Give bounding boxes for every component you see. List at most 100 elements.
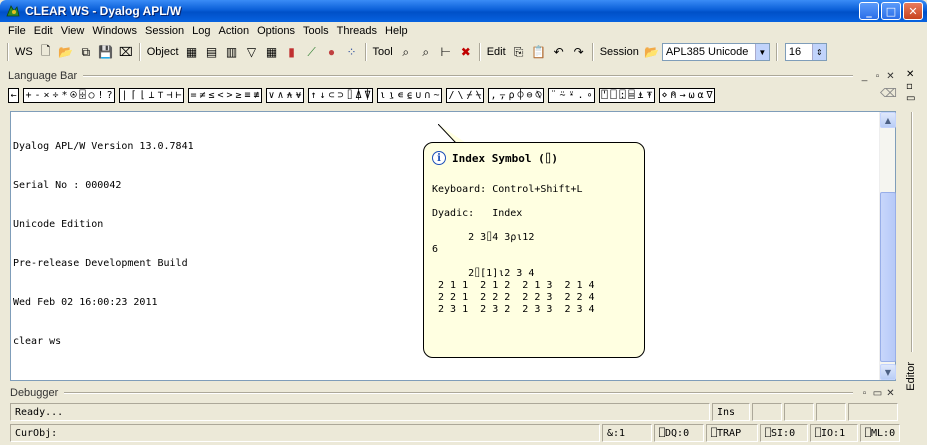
apl-glyph-button[interactable]: * bbox=[60, 89, 69, 102]
editor-tab[interactable]: Editor bbox=[905, 362, 917, 391]
apl-glyph-button[interactable]: . bbox=[576, 89, 585, 102]
apl-glyph-button[interactable]: ≥ bbox=[234, 89, 243, 102]
apl-glyph-button[interactable]: ⍉ bbox=[534, 89, 543, 102]
close-icon[interactable]: ✕ bbox=[885, 71, 896, 82]
apl-glyph-button[interactable]: + bbox=[24, 89, 33, 102]
apl-glyph-button[interactable]: ↓ bbox=[318, 89, 327, 102]
minimize-button[interactable]: _ bbox=[859, 2, 879, 20]
apl-glyph-button[interactable]: ⍠ bbox=[618, 89, 627, 102]
apl-glyph-button[interactable]: ⍺ bbox=[696, 89, 705, 102]
apl-glyph-button[interactable]: > bbox=[225, 89, 234, 102]
apl-glyph-button[interactable]: ≡ bbox=[243, 89, 252, 102]
apl-glyph-button[interactable]: ⍀ bbox=[474, 89, 483, 102]
dock-icon[interactable]: ▭ bbox=[906, 94, 915, 104]
apl-glyph-button[interactable]: ⊂ bbox=[327, 89, 336, 102]
apl-glyph-button[interactable]: ≢ bbox=[252, 89, 261, 102]
apl-glyph-button[interactable]: ⊖ bbox=[525, 89, 534, 102]
apl-glyph-button[interactable]: ∪ bbox=[414, 89, 423, 102]
restore-icon[interactable]: ▫ bbox=[859, 388, 870, 399]
menu-help[interactable]: Help bbox=[381, 25, 412, 37]
scroll-thumb[interactable] bbox=[880, 192, 896, 362]
apl-glyph-button[interactable]: ⊤ bbox=[156, 89, 165, 102]
clear-ws-icon[interactable]: ⌧ bbox=[117, 43, 135, 61]
apl-glyph-button[interactable]: ∘ bbox=[585, 89, 594, 102]
scroll-up-icon[interactable]: ▲ bbox=[880, 112, 896, 128]
apl-glyph-button[interactable]: ⍱ bbox=[294, 89, 303, 102]
apl-glyph-button[interactable]: ~ bbox=[432, 89, 441, 102]
pie-chart-icon[interactable]: ● bbox=[323, 43, 341, 61]
restore-icon[interactable]: ▫ bbox=[872, 71, 883, 82]
apl-glyph-button[interactable]: ⍟ bbox=[69, 89, 78, 102]
stop-icon[interactable]: ✖ bbox=[457, 43, 475, 61]
minimize-icon[interactable]: _ bbox=[859, 71, 870, 82]
apl-glyph-button[interactable]: ⍴ bbox=[507, 89, 516, 102]
search-icon[interactable]: ⌕ bbox=[397, 43, 415, 61]
apl-glyph-button[interactable]: \ bbox=[456, 89, 465, 102]
redo-icon[interactable]: ↷ bbox=[570, 43, 588, 61]
apl-glyph-button[interactable]: ? bbox=[105, 89, 114, 102]
menu-session[interactable]: Session bbox=[141, 25, 188, 37]
menu-file[interactable]: File bbox=[4, 25, 30, 37]
menu-action[interactable]: Action bbox=[214, 25, 253, 37]
apl-glyph-button[interactable]: × bbox=[42, 89, 51, 102]
apl-glyph-button[interactable]: ⌸ bbox=[627, 89, 636, 102]
apl-glyph-button[interactable]: ≠ bbox=[198, 89, 207, 102]
apl-glyph-button[interactable]: ¨ bbox=[549, 89, 558, 102]
menu-threads[interactable]: Threads bbox=[333, 25, 381, 37]
apl-glyph-button[interactable]: / bbox=[447, 89, 456, 102]
apl-glyph-button[interactable]: ⍕ bbox=[645, 89, 654, 102]
apl-glyph-button[interactable]: ⌹ bbox=[78, 89, 87, 102]
line-chart-icon[interactable]: ⟋ bbox=[303, 43, 321, 61]
apl-glyph-button[interactable]: ⊣ bbox=[165, 89, 174, 102]
apl-glyph-button[interactable]: ⎕ bbox=[609, 89, 618, 102]
apl-glyph-button[interactable]: ⊃ bbox=[336, 89, 345, 102]
apl-glyph-button[interactable]: ∊ bbox=[396, 89, 405, 102]
apl-glyph-button[interactable]: < bbox=[216, 89, 225, 102]
new-namespace-icon[interactable]: ▦ bbox=[183, 43, 201, 61]
font-size-stepper[interactable]: 16 ⇕ bbox=[784, 43, 827, 61]
scatter-chart-icon[interactable]: ⁘ bbox=[343, 43, 361, 61]
new-function-icon[interactable]: ▤ bbox=[203, 43, 221, 61]
apl-glyph-button[interactable]: ↑ bbox=[309, 89, 318, 102]
apl-glyph-button[interactable]: ⍣ bbox=[567, 89, 576, 102]
apl-glyph-button[interactable]: = bbox=[189, 89, 198, 102]
close-icon[interactable]: ✕ bbox=[885, 388, 896, 399]
apl-glyph-button[interactable]: ⌷ bbox=[345, 89, 354, 102]
apl-glyph-button[interactable]: ⌿ bbox=[465, 89, 474, 102]
menu-tools[interactable]: Tools bbox=[299, 25, 333, 37]
apl-glyph-button[interactable]: ∇ bbox=[705, 89, 714, 102]
font-select[interactable]: APL385 Unicode ▼ bbox=[661, 43, 770, 61]
apl-glyph-button[interactable]: ⊥ bbox=[147, 89, 156, 102]
apl-glyph-button[interactable]: ⍷ bbox=[405, 89, 414, 102]
filter-icon[interactable]: ▽ bbox=[243, 43, 261, 61]
apl-glyph-button[interactable]: ⍳ bbox=[378, 89, 387, 102]
apl-glyph-button[interactable]: ⍨ bbox=[558, 89, 567, 102]
apl-glyph-button[interactable]: , bbox=[489, 89, 498, 102]
menu-view[interactable]: View bbox=[57, 25, 89, 37]
session-scrollbar[interactable]: ▲ ▼ bbox=[879, 112, 896, 380]
apl-glyph-button[interactable]: ⍒ bbox=[363, 89, 372, 102]
apl-glyph-button[interactable]: ⊢ bbox=[174, 89, 183, 102]
copy-icon[interactable]: ⎘ bbox=[510, 43, 528, 61]
close-button[interactable]: ✕ bbox=[903, 2, 923, 20]
chevron-down-icon[interactable]: ▼ bbox=[754, 44, 769, 60]
new-ws-icon[interactable]: 🗋 bbox=[37, 43, 55, 61]
menu-windows[interactable]: Windows bbox=[88, 25, 141, 37]
apl-glyph-button[interactable]: | bbox=[120, 89, 129, 102]
apl-glyph-button[interactable]: ⍎ bbox=[636, 89, 645, 102]
spinner-icon[interactable]: ⇕ bbox=[811, 44, 826, 60]
apl-glyph-button[interactable]: ∩ bbox=[423, 89, 432, 102]
restore-icon[interactable]: ▫ bbox=[906, 82, 913, 92]
apl-glyph-button[interactable]: ⋄ bbox=[660, 89, 669, 102]
save-ws-icon[interactable]: 💾 bbox=[97, 43, 115, 61]
clear-language-bar-icon[interactable]: ⌫ bbox=[880, 86, 897, 100]
dock-icon[interactable]: ▭ bbox=[872, 388, 883, 399]
line-editor-icon[interactable]: ⊢ bbox=[437, 43, 455, 61]
copy-ws-icon[interactable]: ⧉ bbox=[77, 43, 95, 61]
open-session-icon[interactable]: 📂 bbox=[643, 43, 661, 61]
apl-glyph-button[interactable]: ∨ bbox=[267, 89, 276, 102]
apl-glyph-button[interactable]: ○ bbox=[87, 89, 96, 102]
apl-glyph-button[interactable]: ⌊ bbox=[138, 89, 147, 102]
scroll-down-icon[interactable]: ▼ bbox=[880, 364, 896, 380]
insert-mode-indicator[interactable]: Ins bbox=[712, 403, 750, 421]
